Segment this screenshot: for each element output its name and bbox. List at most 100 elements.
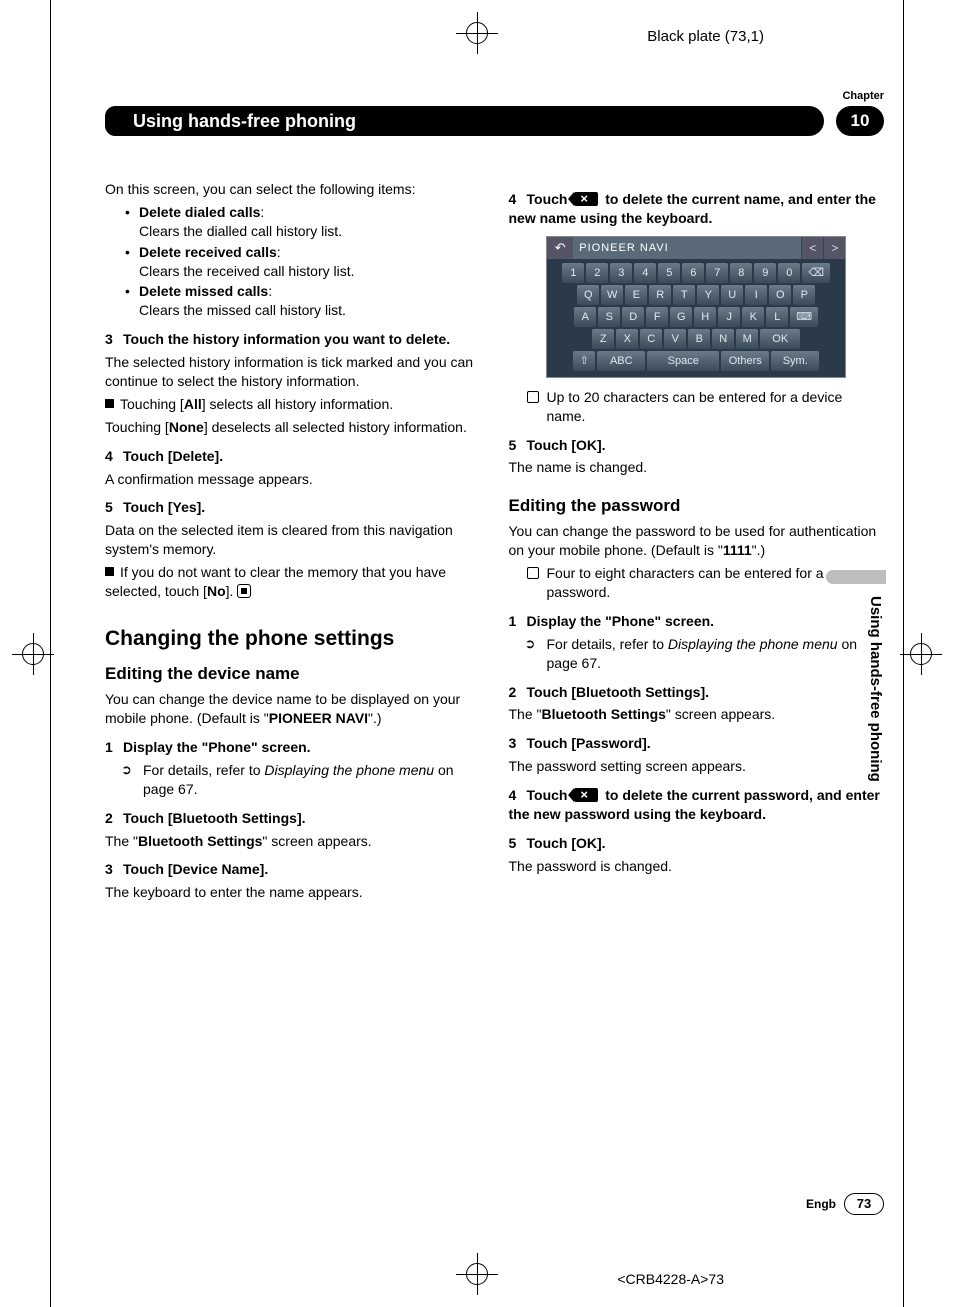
registration-mark-top — [462, 18, 492, 48]
pw-step-3-heading: 3Touch [Password]. — [509, 734, 885, 753]
kb-key: J — [718, 307, 740, 327]
kb-key: A — [574, 307, 596, 327]
kb-key: H — [694, 307, 716, 327]
kb-key: O — [769, 285, 791, 305]
item-title: Delete missed calls — [139, 283, 268, 299]
plate-label: Black plate (73,1) — [647, 28, 764, 45]
kb-key: 6 — [682, 263, 704, 283]
kb-back-icon: ↶ — [547, 237, 573, 259]
backspace-icon — [574, 192, 598, 206]
item-title: Delete dialed calls — [139, 204, 260, 220]
registration-mark-left — [18, 639, 48, 669]
cross-ref: For details, refer to Displaying the pho… — [521, 635, 885, 673]
kb-row: ASDFGHJKL⌨ — [551, 307, 841, 327]
kb-key: U — [721, 285, 743, 305]
kb-char-limit-note: Up to 20 characters can be entered for a… — [521, 388, 885, 426]
header-row: Using hands-free phoning 10 — [105, 106, 884, 136]
right-column: 4Touch to delete the current name, and e… — [509, 180, 885, 1157]
kb-key: F — [646, 307, 668, 327]
registration-mark-right — [906, 639, 936, 669]
square-bullet-icon — [105, 567, 114, 576]
kb-row: ZXCVBNMOK — [551, 329, 841, 349]
device-step-1-heading: 1Display the "Phone" screen. — [105, 738, 481, 757]
kb-key: 8 — [730, 263, 752, 283]
kb-key: 9 — [754, 263, 776, 283]
kb-key: 1 — [562, 263, 584, 283]
device-step-5-body: The name is changed. — [509, 458, 885, 477]
kb-key: P — [793, 285, 815, 305]
doc-reference: <CRB4228-A>73 — [617, 1271, 724, 1287]
kb-backspace-key: ⌫ — [802, 263, 830, 283]
list-item: Delete missed calls: Clears the missed c… — [125, 282, 481, 320]
registration-mark-bottom — [462, 1259, 492, 1289]
kb-key: I — [745, 285, 767, 305]
step-5-heading: 5Touch [Yes]. — [105, 498, 481, 517]
step-5-body: Data on the selected item is cleared fro… — [105, 521, 481, 559]
backspace-icon — [574, 788, 598, 802]
chapter-label: Chapter — [842, 90, 884, 102]
kb-next-icon: > — [823, 237, 845, 259]
chapter-number-badge: 10 — [836, 106, 884, 136]
kb-row: QWERTYUIOP — [551, 285, 841, 305]
pw-step-2-heading: 2Touch [Bluetooth Settings]. — [509, 683, 885, 702]
kb-key: 4 — [634, 263, 656, 283]
list-item: Delete received calls: Clears the receiv… — [125, 243, 481, 281]
pw-char-limit-note: Four to eight characters can be entered … — [521, 564, 885, 602]
kb-key: V — [664, 329, 686, 349]
kb-key: X — [616, 329, 638, 349]
kb-bottom-row: ⇧ ABC Space Others Sym. — [551, 351, 841, 371]
kb-key: 2 — [586, 263, 608, 283]
kb-key: N — [712, 329, 734, 349]
kb-layout-key: ⌨ — [790, 307, 818, 327]
left-column: On this screen, you can select the follo… — [105, 180, 481, 1157]
pw-step-1-heading: 1Display the "Phone" screen. — [509, 612, 885, 631]
kb-key: 7 — [706, 263, 728, 283]
pw-step-2-body: The "Bluetooth Settings" screen appears. — [509, 705, 885, 724]
lang-code: Engb — [806, 1197, 836, 1211]
item-desc: Clears the missed call history list. — [139, 302, 346, 318]
kb-key: L — [766, 307, 788, 327]
title-pill: Using hands-free phoning — [105, 106, 824, 136]
device-step-5-heading: 5Touch [OK]. — [509, 436, 885, 455]
subsection-heading: Editing the device name — [105, 663, 481, 686]
keyboard-screenshot: ↶ PIONEER NAVI < > 1234567890⌫ QWERTYUIO… — [546, 236, 846, 378]
kb-key: 0 — [778, 263, 800, 283]
kb-prev-icon: < — [801, 237, 823, 259]
item-title: Delete received calls — [139, 244, 277, 260]
section-heading: Changing the phone settings — [105, 625, 481, 653]
pw-step-4-heading: 4Touch to delete the current password, a… — [509, 786, 885, 824]
item-desc: Clears the received call history list. — [139, 263, 355, 279]
kb-key: D — [622, 307, 644, 327]
kb-key: Q — [577, 285, 599, 305]
kb-row: 1234567890⌫ — [551, 263, 841, 283]
page-title: Using hands-free phoning — [119, 109, 784, 133]
kb-key: G — [670, 307, 692, 327]
device-step-2-heading: 2Touch [Bluetooth Settings]. — [105, 809, 481, 828]
pw-step-5-heading: 5Touch [OK]. — [509, 834, 885, 853]
kb-key: K — [742, 307, 764, 327]
step-3-body: The selected history information is tick… — [105, 353, 481, 391]
kb-others-key: Others — [721, 351, 769, 371]
step-5-note: If you do not want to clear the memory t… — [105, 563, 481, 601]
subsection-body: You can change the device name to be dis… — [105, 690, 481, 728]
kb-abc-key: ABC — [597, 351, 645, 371]
subsection-body: You can change the password to be used f… — [509, 522, 885, 560]
kb-key: E — [625, 285, 647, 305]
kb-shift-key: ⇧ — [573, 351, 595, 371]
kb-key: Y — [697, 285, 719, 305]
kb-key: S — [598, 307, 620, 327]
item-desc: Clears the dialled call history list. — [139, 223, 342, 239]
end-section-icon — [237, 584, 251, 598]
intro-text: On this screen, you can select the follo… — [105, 180, 481, 199]
device-step-3-heading: 3Touch [Device Name]. — [105, 860, 481, 879]
kb-key: C — [640, 329, 662, 349]
kb-key: W — [601, 285, 623, 305]
list-item: Delete dialed calls: Clears the dialled … — [125, 203, 481, 241]
kb-ok-key: OK — [760, 329, 800, 349]
kb-space-key: Space — [647, 351, 719, 371]
cross-ref: For details, refer to Displaying the pho… — [117, 761, 481, 799]
kb-sym-key: Sym. — [771, 351, 819, 371]
kb-key: T — [673, 285, 695, 305]
note-all: Touching [All] selects all history infor… — [105, 395, 481, 414]
square-bullet-icon — [105, 399, 114, 408]
